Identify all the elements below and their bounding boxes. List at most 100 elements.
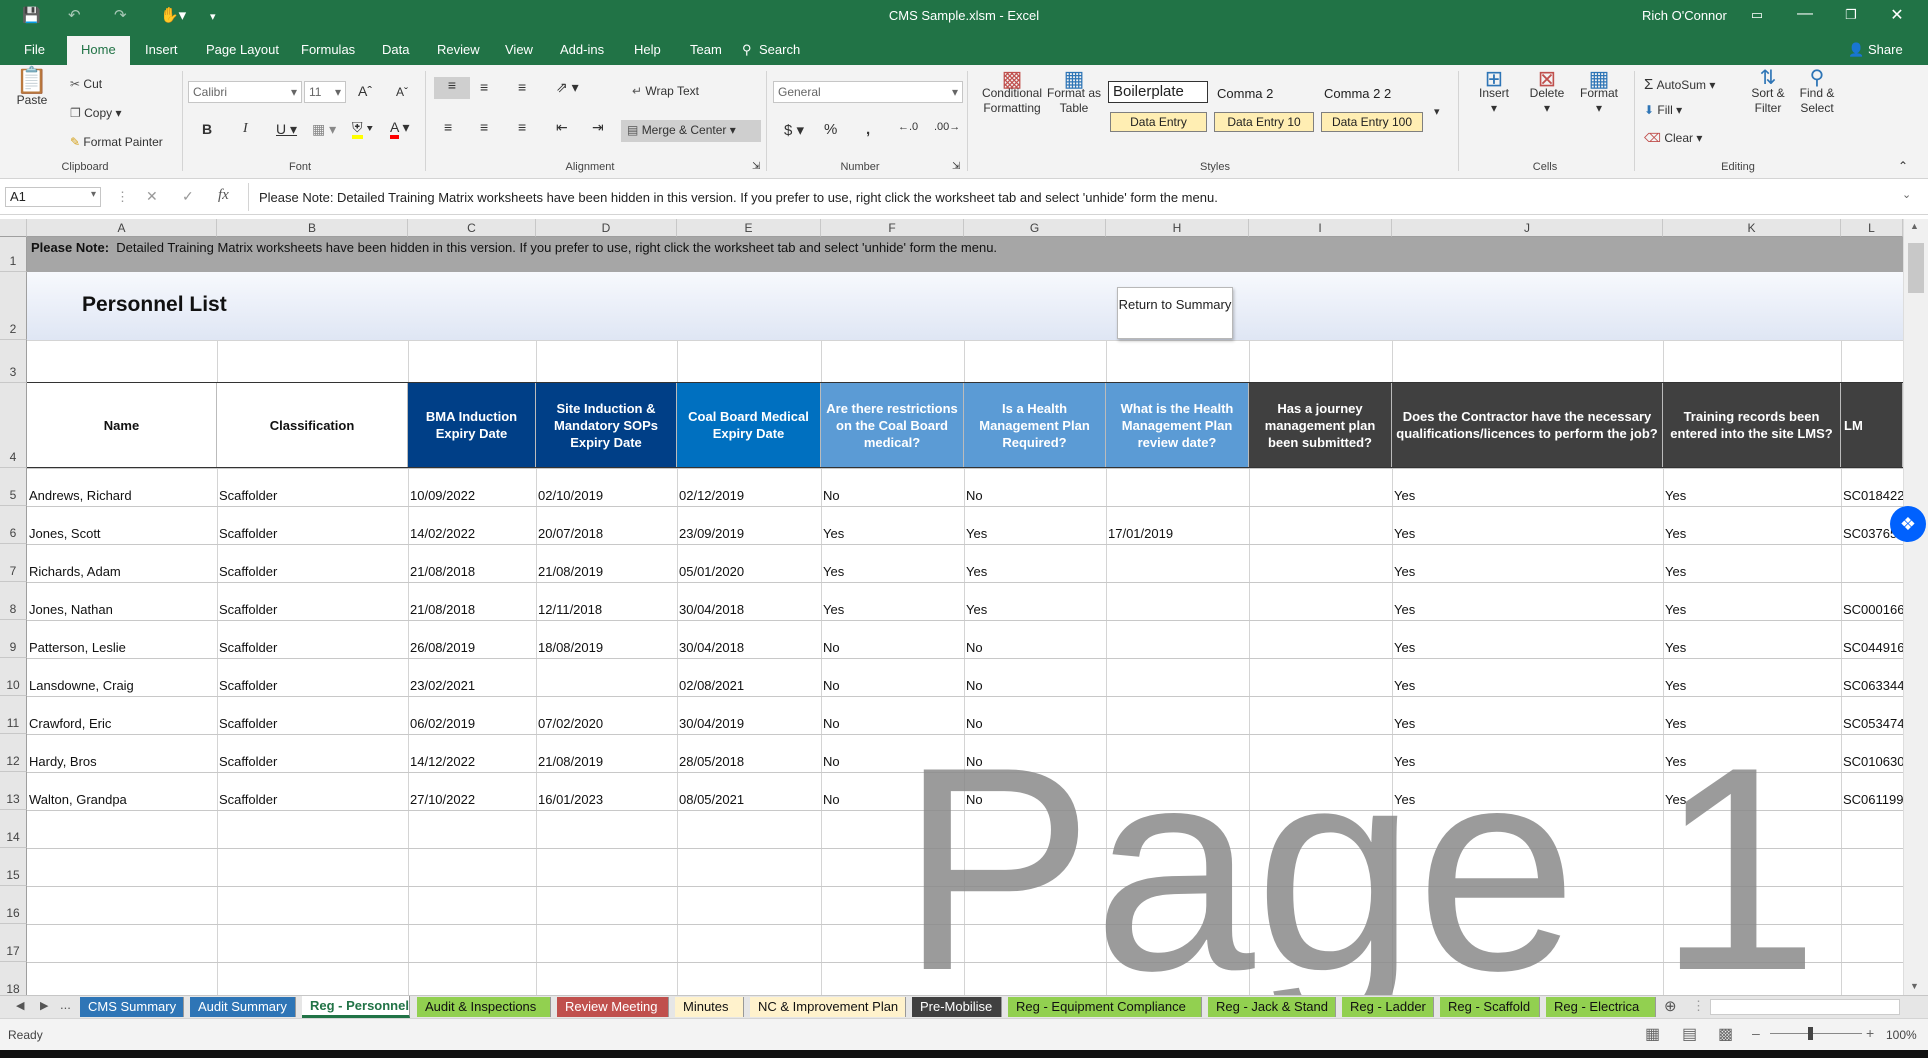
row-header[interactable]: 15 <box>0 848 27 886</box>
paste-button[interactable]: 📋 Paste <box>14 67 50 108</box>
sheet-tab[interactable]: Reg - Ladder <box>1342 997 1434 1017</box>
align-left-icon[interactable]: ≡ <box>444 119 452 135</box>
table-cell[interactable]: 10/09/2022 <box>408 488 536 503</box>
column-header[interactable]: A <box>27 219 217 237</box>
cancel-icon[interactable]: ✕ <box>146 188 158 205</box>
row-header[interactable]: 16 <box>0 886 27 924</box>
sort-filter-button[interactable]: ⇅ Sort & Filter <box>1746 68 1790 116</box>
style-boilerplate[interactable]: Boilerplate <box>1108 81 1208 103</box>
table-cell[interactable]: Yes <box>1663 792 1841 807</box>
table-cell[interactable]: 07/02/2020 <box>536 716 677 731</box>
table-cell[interactable]: Scaffolder <box>217 526 408 541</box>
row-header[interactable]: 13 <box>0 772 27 810</box>
table-cell[interactable]: Scaffolder <box>217 678 408 693</box>
tab-formulas[interactable]: Formulas <box>301 42 355 57</box>
conditional-formatting-button[interactable]: ▩ Conditional Formatting <box>976 68 1048 116</box>
table-cell[interactable]: Jones, Scott <box>27 526 217 541</box>
page-break-view-icon[interactable]: ▩ <box>1718 1024 1733 1044</box>
vertical-scrollbar[interactable]: ▲ ▼ <box>1903 219 1928 995</box>
format-painter-button[interactable]: ✎ Format Painter <box>70 135 163 149</box>
style-data-entry-100[interactable]: Data Entry 100 <box>1321 112 1423 132</box>
scroll-thumb[interactable] <box>1908 243 1924 293</box>
table-cell[interactable]: No <box>821 488 964 503</box>
table-cell[interactable]: No <box>964 754 1106 769</box>
table-cell[interactable]: 02/10/2019 <box>536 488 677 503</box>
new-sheet-icon[interactable]: ⊕ <box>1664 997 1677 1015</box>
table-cell[interactable]: Yes <box>1392 678 1663 693</box>
decrease-indent-icon[interactable]: ⇤ <box>556 119 568 136</box>
table-cell[interactable]: 21/08/2018 <box>408 564 536 579</box>
font-name-select[interactable]: Calibri ▾ <box>188 81 302 103</box>
table-cell[interactable]: Lansdowne, Craig <box>27 678 217 693</box>
table-cell[interactable]: Yes <box>821 602 964 617</box>
table-cell[interactable]: 21/08/2018 <box>408 602 536 617</box>
table-cell[interactable]: 21/08/2019 <box>536 754 677 769</box>
find-select-button[interactable]: ⚲ Find & Select <box>1794 68 1840 116</box>
number-launcher-icon[interactable]: ⇲ <box>952 161 960 172</box>
sheet-tab[interactable]: Reg - Equipment Compliance <box>1008 997 1202 1017</box>
close-icon[interactable]: ✕ <box>1882 5 1912 25</box>
tab-help[interactable]: Help <box>634 42 661 57</box>
minimize-icon[interactable]: — <box>1790 5 1820 23</box>
format-as-table-button[interactable]: ▦ Format as Table <box>1045 68 1103 116</box>
table-cell[interactable]: 21/08/2019 <box>536 564 677 579</box>
increase-decimal-icon[interactable]: ←.0 <box>898 121 918 133</box>
row-header[interactable]: 1 <box>0 237 27 272</box>
tab-view[interactable]: View <box>505 42 533 57</box>
table-cell[interactable]: Yes <box>1663 640 1841 655</box>
merge-center-button[interactable]: ▤ Merge & Center ▾ <box>621 120 761 142</box>
wrap-text-button[interactable]: ↵ Wrap Text <box>632 84 699 98</box>
table-cell[interactable]: No <box>964 640 1106 655</box>
table-cell[interactable]: SC000166 <box>1841 602 1903 617</box>
table-cell[interactable]: Yes <box>1663 602 1841 617</box>
table-cell[interactable]: 28/05/2018 <box>677 754 821 769</box>
return-to-summary-button[interactable]: Return to Summary <box>1117 287 1233 339</box>
style-comma-2-2[interactable]: Comma 2 2 <box>1320 83 1420 105</box>
table-cell[interactable]: Yes <box>1663 754 1841 769</box>
table-cell[interactable]: No <box>821 716 964 731</box>
table-cell[interactable]: Walton, Grandpa <box>27 792 217 807</box>
table-cell[interactable]: Yes <box>964 564 1106 579</box>
middle-align-icon[interactable]: ≡ <box>480 79 488 95</box>
table-cell[interactable]: No <box>821 678 964 693</box>
search-icon[interactable]: ⚲ <box>742 42 752 58</box>
table-cell[interactable]: SC063344 <box>1841 678 1903 693</box>
row-header[interactable]: 10 <box>0 658 27 696</box>
restore-icon[interactable]: ❐ <box>1836 7 1866 23</box>
table-cell[interactable]: Scaffolder <box>217 602 408 617</box>
select-all-corner[interactable] <box>0 219 27 237</box>
tab-data[interactable]: Data <box>382 42 409 57</box>
more-sheets-icon[interactable]: ... <box>60 997 71 1012</box>
sheet-tab[interactable]: Audit Summary <box>190 997 296 1017</box>
table-cell[interactable]: 14/12/2022 <box>408 754 536 769</box>
table-cell[interactable]: SC010630 <box>1841 754 1903 769</box>
scroll-down-icon[interactable]: ▼ <box>1910 981 1919 991</box>
table-cell[interactable]: No <box>821 792 964 807</box>
table-cell[interactable]: Yes <box>1392 488 1663 503</box>
row-header[interactable]: 4 <box>0 383 27 468</box>
worksheet-grid[interactable]: A B C D E F G H I J K L 1 2 3 4 5 6 7 8 9 10 11 12 13 14 15 16 17 18 P… <box>0 219 1903 999</box>
table-cell[interactable]: Scaffolder <box>217 716 408 731</box>
currency-icon[interactable]: $ ▾ <box>784 121 804 139</box>
next-sheet-icon[interactable]: ▶ <box>40 999 48 1012</box>
table-cell[interactable]: No <box>964 488 1106 503</box>
column-header[interactable]: I <box>1249 219 1392 237</box>
tab-team[interactable]: Team <box>690 42 722 57</box>
table-cell[interactable]: 26/08/2019 <box>408 640 536 655</box>
share-button[interactable]: Share <box>1868 42 1903 57</box>
increase-indent-icon[interactable]: ⇥ <box>592 119 604 136</box>
table-cell[interactable]: Hardy, Bros <box>27 754 217 769</box>
collapse-ribbon-icon[interactable]: ⌃ <box>1898 159 1908 173</box>
table-cell[interactable]: No <box>964 716 1106 731</box>
column-header[interactable]: D <box>536 219 677 237</box>
tell-me-search[interactable]: Search <box>759 42 800 57</box>
column-header[interactable]: K <box>1663 219 1841 237</box>
sheet-tab[interactable]: Minutes <box>675 997 744 1017</box>
align-center-icon[interactable]: ≡ <box>480 119 488 135</box>
zoom-slider[interactable] <box>1770 1033 1862 1034</box>
number-format-select[interactable]: General ▾ <box>773 81 963 103</box>
row-header[interactable]: 9 <box>0 620 27 658</box>
table-cell[interactable]: SC061199 <box>1841 792 1903 807</box>
page-layout-view-icon[interactable]: ▤ <box>1682 1024 1697 1044</box>
decrease-decimal-icon[interactable]: .00→ <box>934 121 960 133</box>
